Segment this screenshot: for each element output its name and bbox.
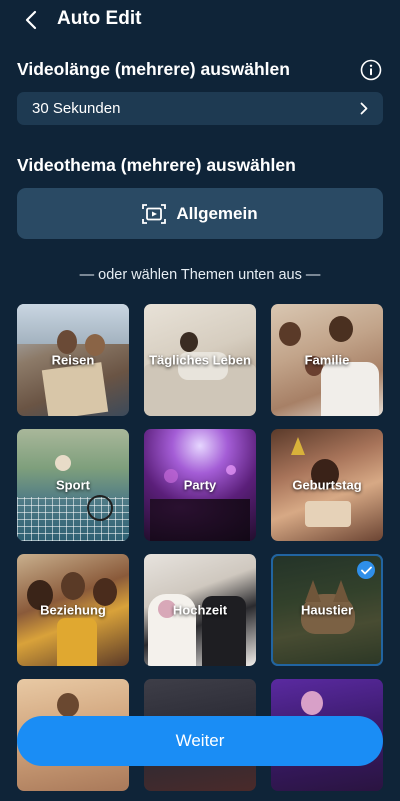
- theme-tile-party[interactable]: Party: [144, 429, 256, 541]
- person-head-shape: [57, 330, 77, 354]
- person-head-shape: [279, 322, 301, 346]
- page-title: Auto Edit: [57, 8, 142, 29]
- racket-shape: [87, 495, 113, 521]
- video-length-value: 30 Sekunden: [32, 100, 121, 117]
- tile-label: Party: [183, 477, 217, 493]
- party-hat-shape: [291, 437, 305, 455]
- tile-label: Beziehung: [40, 602, 106, 618]
- person-body-shape: [57, 618, 97, 666]
- map-shape: [41, 362, 109, 416]
- theme-tile-beziehung[interactable]: Beziehung: [17, 554, 129, 666]
- player-head-shape: [55, 455, 71, 471]
- info-icon[interactable]: [360, 59, 382, 81]
- next-button[interactable]: Weiter: [17, 716, 383, 766]
- video-frame-icon: [142, 203, 167, 224]
- tile-label: Geburtstag: [292, 477, 362, 493]
- tile-label: Reisen: [51, 352, 95, 368]
- theme-tile-geburtstag[interactable]: Geburtstag: [271, 429, 383, 541]
- theme-tile-sport[interactable]: Sport: [17, 429, 129, 541]
- back-arrow-icon[interactable]: [22, 9, 42, 31]
- theme-tile-reisen[interactable]: Reisen: [17, 304, 129, 416]
- general-theme-button[interactable]: Allgemein: [17, 188, 383, 239]
- or-divider-text: — oder wählen Themen unten aus —: [79, 267, 321, 283]
- person-head-shape: [57, 693, 79, 717]
- selected-check-icon: [357, 561, 375, 579]
- theme-tile-hochzeit[interactable]: Hochzeit: [144, 554, 256, 666]
- theme-tile-familie[interactable]: Familie: [271, 304, 383, 416]
- video-length-heading: Videolänge (mehrere) auswählen: [17, 59, 290, 79]
- light-shape: [226, 465, 236, 475]
- tile-label: Haustier: [300, 602, 354, 618]
- person-head-shape: [329, 316, 353, 342]
- general-theme-label: Allgemein: [176, 203, 258, 223]
- person-head-shape: [301, 691, 323, 715]
- header: Auto Edit: [0, 0, 400, 42]
- theme-tile-haustier[interactable]: Haustier: [271, 554, 383, 666]
- person-head-shape: [180, 332, 198, 352]
- theme-tile-taegliches-leben[interactable]: Tägliches Leben: [144, 304, 256, 416]
- tile-label: Familie: [304, 352, 350, 368]
- video-length-select[interactable]: 30 Sekunden: [17, 92, 383, 125]
- tile-label: Tägliches Leben: [149, 352, 251, 368]
- person-body-shape: [321, 362, 379, 416]
- video-theme-heading: Videothema (mehrere) auswählen: [17, 155, 296, 175]
- tile-label: Sport: [56, 477, 90, 493]
- crowd-shape: [150, 499, 250, 541]
- person-head-shape: [61, 572, 85, 600]
- chevron-right-icon: [360, 102, 368, 115]
- cake-shape: [305, 501, 351, 527]
- tile-label: Hochzeit: [172, 602, 228, 618]
